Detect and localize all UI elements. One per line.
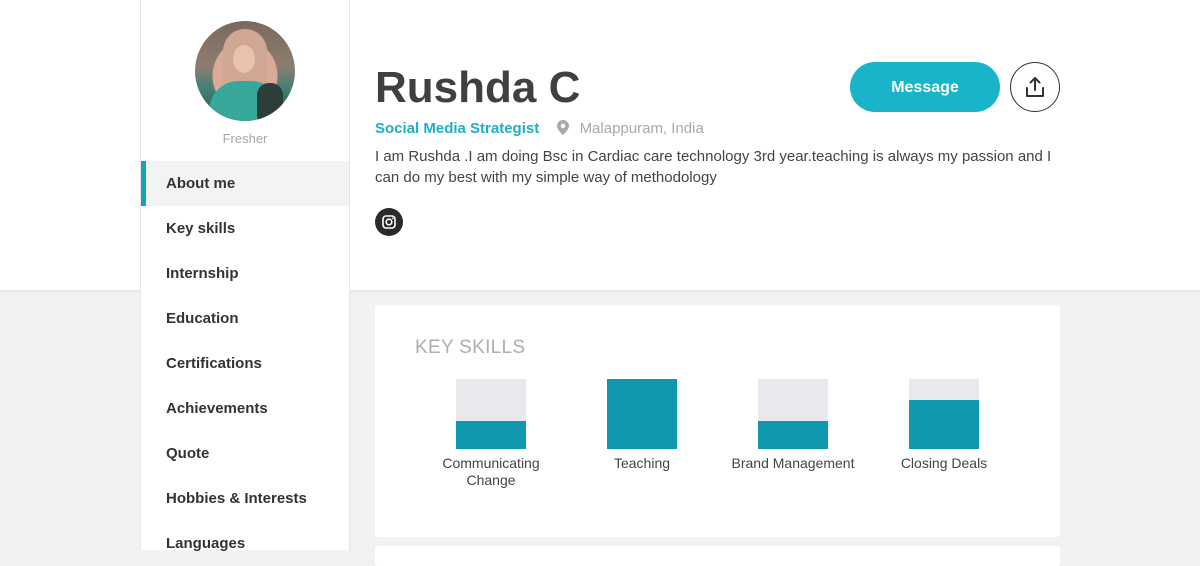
message-button[interactable]: Message: [850, 62, 1000, 112]
skill-level-box: [758, 379, 828, 449]
sidebar-item-certifications[interactable]: Certifications: [141, 341, 349, 386]
skill-level-fill: [607, 379, 677, 449]
sidebar-item-achievements[interactable]: Achievements: [141, 386, 349, 431]
experience-level: Fresher: [222, 131, 268, 146]
profile-bio: I am Rushda .I am doing Bsc in Cardiac c…: [375, 148, 1052, 186]
skill-level-fill: [909, 400, 979, 449]
profile-name: Rushda C: [375, 63, 581, 112]
skill-name: Closing Deals: [900, 455, 988, 471]
skill-item: Teaching: [567, 379, 717, 472]
skill-item: Communicating Change: [416, 379, 566, 489]
profile-location: Malappuram, India: [579, 120, 704, 137]
skill-name: Brand Management: [731, 455, 855, 471]
skill-level-fill: [456, 421, 526, 449]
profile-subtitle: Social Media Strategist Malappuram, Indi…: [375, 119, 704, 141]
skill-level-box: [909, 379, 979, 449]
profile-role: Social Media Strategist: [375, 120, 540, 137]
sidebar-nav: About me Key skills Internship Education…: [141, 161, 349, 566]
skill-item: Closing Deals: [869, 379, 1019, 472]
key-skills-card: KEY SKILLS Communicating Change Teaching…: [375, 305, 1060, 537]
sidebar-item-key-skills[interactable]: Key skills: [141, 206, 349, 251]
instagram-icon[interactable]: [375, 208, 403, 236]
sidebar-item-hobbies[interactable]: Hobbies & Interests: [141, 476, 349, 521]
skill-name: Teaching: [613, 455, 671, 471]
skill-level-box: [607, 379, 677, 449]
skill-item: Brand Management: [718, 379, 868, 472]
avatar: [195, 21, 295, 121]
sidebar-item-quote[interactable]: Quote: [141, 431, 349, 476]
sidebar-item-languages[interactable]: Languages: [141, 521, 349, 566]
skill-name: Communicating Change: [442, 455, 540, 488]
next-section-card: [375, 546, 1060, 566]
skill-level-box: [456, 379, 526, 449]
sidebar-item-internship[interactable]: Internship: [141, 251, 349, 296]
sidebar-item-about-me[interactable]: About me: [141, 161, 349, 206]
sidebar-item-education[interactable]: Education: [141, 296, 349, 341]
share-button[interactable]: [1010, 62, 1060, 112]
map-pin-icon: [557, 120, 570, 141]
sidebar: Fresher About me Key skills Internship E…: [140, 0, 350, 552]
skill-level-fill: [758, 421, 828, 449]
key-skills-heading: KEY SKILLS: [415, 337, 526, 358]
